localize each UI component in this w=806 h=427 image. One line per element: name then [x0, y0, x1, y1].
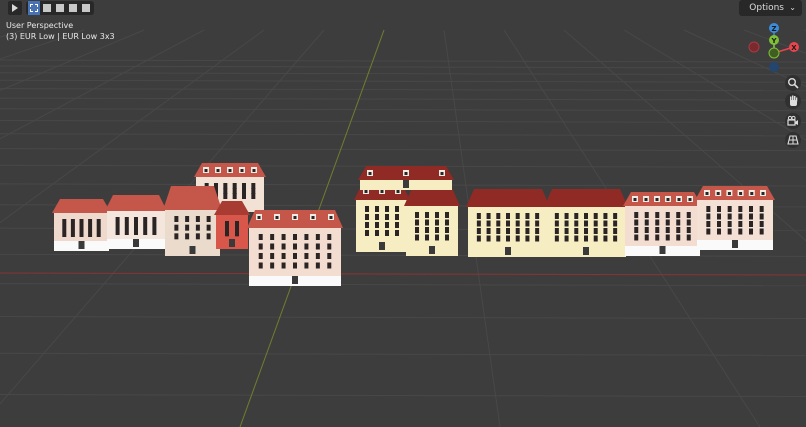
select-invert-icon[interactable]: [67, 1, 79, 15]
building-yellow-back[interactable]: [358, 166, 454, 190]
select-box-icon[interactable]: [28, 1, 40, 15]
viewport-info: User Perspective (3) EUR Low | EUR Low 3…: [6, 20, 115, 42]
select-subtract-icon[interactable]: [54, 1, 66, 15]
navigation-gizmo[interactable]: Y Z X: [744, 18, 806, 76]
building-right-2[interactable]: [695, 186, 775, 250]
grid-ortho-icon[interactable]: [785, 132, 801, 148]
building-yellow-long-2[interactable]: [544, 189, 628, 257]
gizmo-neg-z[interactable]: [769, 62, 779, 72]
building-gabled[interactable]: [163, 186, 222, 256]
view-name: User Perspective: [6, 21, 74, 30]
select-cursor-icon[interactable]: [8, 1, 22, 15]
options-label: Options: [749, 3, 784, 13]
building-front-corner[interactable]: [247, 210, 343, 286]
selection-mode-group[interactable]: [26, 1, 94, 15]
chevron-down-icon: ⌄: [789, 3, 796, 12]
3d-viewport[interactable]: Options ⌄ User Perspective (3) EUR Low |…: [0, 0, 806, 427]
hand-pan-icon[interactable]: [785, 93, 801, 109]
scene-canvas[interactable]: [0, 0, 806, 427]
building-yellow-mid[interactable]: [404, 188, 460, 256]
building-red[interactable]: [214, 201, 250, 249]
building-left-1[interactable]: [52, 199, 111, 251]
gizmo-neg-x[interactable]: [748, 41, 760, 53]
gizmo-y-label: Y: [770, 37, 777, 45]
gizmo-neg-y[interactable]: [768, 47, 780, 59]
zoom-icon[interactable]: [785, 75, 801, 91]
building-yellow-long-1[interactable]: [466, 189, 550, 257]
building-yellow-tall[interactable]: [354, 184, 410, 252]
select-intersect-icon[interactable]: [80, 1, 92, 15]
building-left-2[interactable]: [105, 195, 167, 249]
select-extend-icon[interactable]: [41, 1, 53, 15]
options-dropdown[interactable]: Options ⌄: [739, 0, 802, 16]
object-info: (3) EUR Low | EUR Low 3x3: [6, 32, 115, 41]
gizmo-z-label: Z: [771, 25, 776, 33]
camera-icon[interactable]: [785, 113, 801, 129]
gizmo-x-label: X: [791, 44, 797, 52]
building-right-1[interactable]: [623, 192, 702, 256]
